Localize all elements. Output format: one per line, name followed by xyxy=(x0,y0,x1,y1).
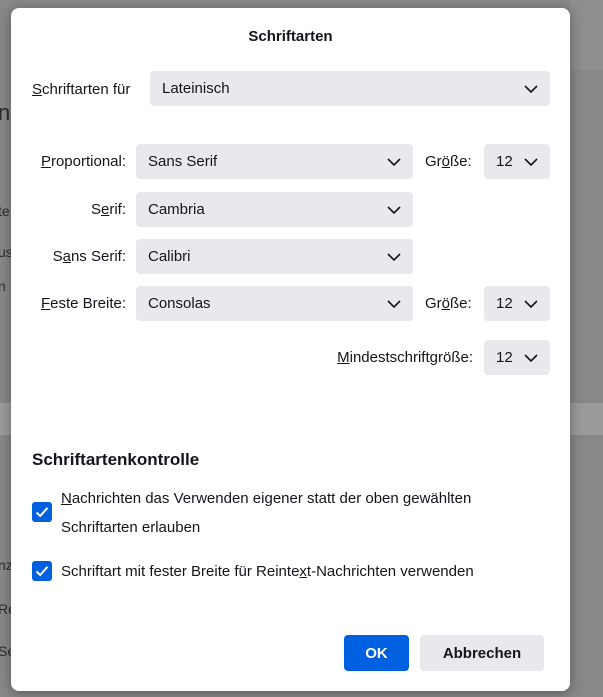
chevron-down-icon xyxy=(524,353,538,362)
min-size-select[interactable]: 12 xyxy=(484,340,550,375)
monospace-label: Feste Breite: xyxy=(40,295,126,312)
fonts-for-select[interactable]: Lateinisch xyxy=(150,71,550,106)
serif-value: Cambria xyxy=(148,201,205,218)
cancel-button[interactable]: Abbrechen xyxy=(420,635,544,671)
background-text: n xyxy=(0,278,6,294)
sans-serif-select[interactable]: Calibri xyxy=(136,239,413,274)
fonts-dialog: Schriftarten Schriftarten für Lateinisch… xyxy=(11,8,570,691)
monospace-size-select[interactable]: 12 xyxy=(484,286,550,321)
serif-select[interactable]: Cambria xyxy=(136,192,413,227)
proportional-label: Proportional: xyxy=(40,153,126,170)
chevron-down-icon xyxy=(387,252,401,261)
fonts-for-value: Lateinisch xyxy=(162,80,230,97)
chevron-down-icon xyxy=(524,157,538,166)
dialog-title: Schriftarten xyxy=(248,28,333,45)
chevron-down-icon xyxy=(524,84,538,93)
proportional-size-select[interactable]: 12 xyxy=(484,144,550,179)
chevron-down-icon xyxy=(387,299,401,308)
chevron-down-icon xyxy=(387,157,401,166)
ok-button[interactable]: OK xyxy=(344,635,409,671)
min-size-label: Mindestschriftgröße: xyxy=(337,349,473,366)
proportional-value: Sans Serif xyxy=(148,153,218,170)
checkmark-icon xyxy=(35,507,49,518)
allow-own-fonts-text: Nachrichten das Verwenden eigener statt … xyxy=(61,490,472,536)
monospace-plaintext-checkbox[interactable] xyxy=(32,561,52,581)
fonts-for-label: Schriftarten für xyxy=(32,81,131,98)
background-text: te xyxy=(0,203,10,219)
chevron-down-icon xyxy=(524,299,538,308)
proportional-size-value: 12 xyxy=(496,153,513,170)
monospace-size-value: 12 xyxy=(496,295,513,312)
font-control-heading: Schriftartenkontrolle xyxy=(32,450,200,469)
checkmark-icon xyxy=(35,566,49,577)
min-size-value: 12 xyxy=(496,349,513,366)
allow-own-fonts-checkbox[interactable] xyxy=(32,502,52,522)
monospace-select[interactable]: Consolas xyxy=(136,286,413,321)
chevron-down-icon xyxy=(387,205,401,214)
sans-serif-label: Sans Serif: xyxy=(52,248,126,265)
sans-serif-value: Calibri xyxy=(148,248,191,265)
monospace-plaintext-row[interactable]: Schriftart mit fester Breite für Reintex… xyxy=(32,557,521,586)
background-header xyxy=(570,0,603,70)
proportional-size-label: Größe: xyxy=(425,153,472,170)
serif-label: Serif: xyxy=(90,201,126,218)
proportional-select[interactable]: Sans Serif xyxy=(136,144,413,179)
monospace-plaintext-text: Schriftart mit fester Breite für Reintex… xyxy=(61,563,474,580)
monospace-size-label: Größe: xyxy=(425,295,472,312)
monospace-value: Consolas xyxy=(148,295,211,312)
allow-own-fonts-row[interactable]: Nachrichten das Verwenden eigener statt … xyxy=(32,484,521,542)
